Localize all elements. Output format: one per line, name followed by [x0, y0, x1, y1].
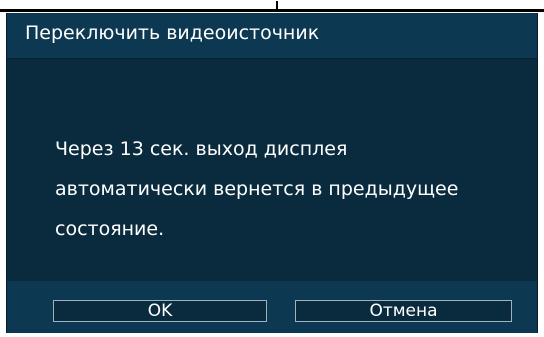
message-line-2: автоматически вернется в предыдущее: [55, 178, 459, 200]
ok-button[interactable]: OK: [53, 300, 267, 322]
dialog-message: Через 13 сек. выход дисплея автоматическ…: [55, 129, 525, 249]
switch-video-source-dialog: Переключить видеоисточник Через 13 сек. …: [6, 13, 538, 333]
screen: Переключить видеоисточник Через 13 сек. …: [0, 0, 544, 337]
dialog-footer: OK Отмена: [7, 281, 537, 333]
top-bar: [0, 0, 544, 12]
title-separator: [7, 58, 537, 59]
message-line-3: состояние.: [55, 218, 165, 240]
dialog-titlebar: Переключить видеоисточник: [7, 13, 537, 58]
top-bar-marker: [276, 1, 278, 9]
dialog-title: Переключить видеоисточник: [25, 22, 320, 44]
top-bar-line: [0, 9, 544, 12]
message-line-1: Через 13 сек. выход дисплея: [55, 138, 348, 160]
cancel-button[interactable]: Отмена: [295, 300, 512, 322]
